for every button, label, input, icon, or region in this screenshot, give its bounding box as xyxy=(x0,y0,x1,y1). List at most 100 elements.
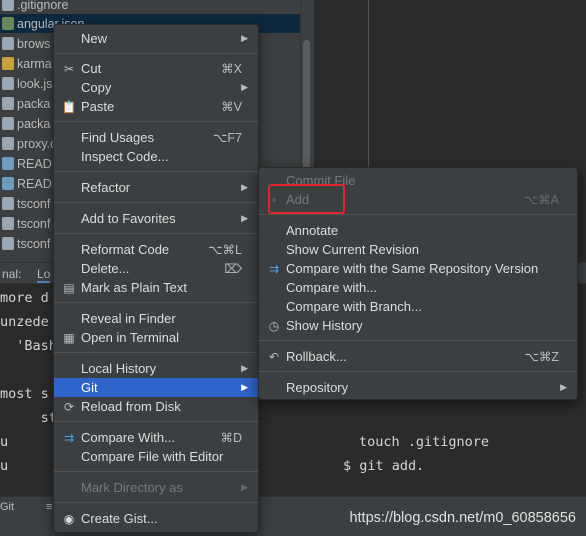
shortcut: ⌘X xyxy=(221,62,242,76)
menu-item-label: Delete... xyxy=(81,261,130,276)
menu-separator xyxy=(54,53,258,54)
text-file-icon: ▤ xyxy=(63,280,75,295)
submenu-arrow-icon: ▶ xyxy=(241,182,248,192)
menu-item-label: Paste xyxy=(81,99,115,114)
menu-item-reveal-in-finder[interactable]: Reveal in Finder xyxy=(54,309,258,328)
menu-item-label: Mark as Plain Text xyxy=(81,280,187,295)
shortcut: ⌥⌘A xyxy=(523,193,559,207)
reload-icon: ⟳ xyxy=(63,399,75,414)
compare-arrows-icon: ⇉ xyxy=(63,430,75,445)
submenu-arrow-icon: ▶ xyxy=(241,213,248,223)
menu-item-reformat-code[interactable]: Reformat Code ⌥⌘L xyxy=(54,240,258,259)
menu-item-cut[interactable]: ✂ Cut ⌘X xyxy=(54,59,258,78)
submenu-arrow-icon: ▶ xyxy=(241,363,248,373)
menu-item-reload-from-disk[interactable]: ⟳ Reload from Disk xyxy=(54,397,258,416)
menu-item-label: New xyxy=(81,31,108,46)
menu-item-label: Show History xyxy=(286,318,363,333)
menu-item-compare-with[interactable]: ⇉ Compare With... ⌘D xyxy=(54,428,258,447)
menu-item-new[interactable]: New ▶ xyxy=(54,29,258,48)
menu-item-compare-with-branch[interactable]: Compare with Branch... xyxy=(259,297,577,316)
menu-item-open-in-terminal[interactable]: ▦ Open in Terminal xyxy=(54,328,258,347)
menu-item-rollback[interactable]: ↶ Rollback... ⌥⌘Z xyxy=(259,347,577,366)
terminal-line: more d xyxy=(0,290,49,306)
menu-item-label: Add to Favorites xyxy=(81,211,176,226)
shortcut: ⌥⌘L xyxy=(208,243,242,257)
menu-item-annotate[interactable]: Annotate xyxy=(259,221,577,240)
menu-item-copy[interactable]: Copy ▶ xyxy=(54,78,258,97)
menu-item-label: Inspect Code... xyxy=(81,149,169,164)
clock-icon: ◷ xyxy=(268,318,280,333)
tree-item-label: tsconf xyxy=(17,236,51,251)
terminal-icon: ▦ xyxy=(63,330,75,345)
tree-item-label: karma xyxy=(17,56,52,71)
status-git[interactable]: Git xyxy=(0,501,14,513)
menu-item-create-gist[interactable]: ◉ Create Gist... xyxy=(54,509,258,528)
menu-item-label: Create Gist... xyxy=(81,511,158,526)
menu-item-add-to-favorites[interactable]: Add to Favorites ▶ xyxy=(54,209,258,228)
menu-item-label: Reload from Disk xyxy=(81,399,181,414)
menu-item-inspect-code[interactable]: Inspect Code... xyxy=(54,147,258,166)
file-icon xyxy=(2,237,14,250)
shortcut: ⌘V xyxy=(221,100,242,114)
menu-item-label: Compare With... xyxy=(81,430,175,445)
menu-separator xyxy=(54,421,258,422)
compare-arrows-icon: ⇉ xyxy=(268,261,280,276)
annotation-highlight-box xyxy=(268,184,345,214)
tree-item-label: packa xyxy=(17,96,51,111)
undo-icon: ↶ xyxy=(268,349,280,364)
menu-item-git[interactable]: Git ▶ xyxy=(54,378,258,397)
menu-separator xyxy=(54,502,258,503)
menu-item-label: Local History xyxy=(81,361,157,376)
terminal-line: u xyxy=(0,434,57,450)
menu-separator xyxy=(54,352,258,353)
menu-separator xyxy=(54,302,258,303)
status-item[interactable]: ≡ xyxy=(46,501,52,513)
tree-item-label: .gitignore xyxy=(17,0,69,12)
tree-item-label: look.js xyxy=(17,76,53,91)
menu-item-label: Show Current Revision xyxy=(286,242,419,257)
file-icon xyxy=(2,217,14,230)
file-icon xyxy=(2,117,14,130)
context-menu: New ▶ ✂ Cut ⌘X Copy ▶ 📋 Paste ⌘V Find Usages ⌥F… xyxy=(53,24,259,533)
menu-separator xyxy=(259,214,577,215)
menu-item-label: Compare File with Editor xyxy=(81,449,224,464)
menu-item-label: Reveal in Finder xyxy=(81,311,176,326)
menu-separator xyxy=(54,171,258,172)
tree-item-label: proxy.c xyxy=(17,136,57,151)
menu-item-compare-with[interactable]: Compare with... xyxy=(259,278,577,297)
menu-item-label: Find Usages xyxy=(81,130,154,145)
submenu-arrow-icon: ▶ xyxy=(241,82,248,92)
terminal-command: touch .gitignore xyxy=(359,434,490,450)
terminal-line: st xyxy=(0,410,57,426)
menu-item-mark-directory-as[interactable]: Mark Directory as ▶ xyxy=(54,478,258,497)
menu-item-label: Mark Directory as xyxy=(81,480,183,495)
json-file-icon xyxy=(2,17,14,30)
menu-item-compare-same-repo[interactable]: ⇉ Compare with the Same Repository Versio… xyxy=(259,259,577,278)
menu-item-paste[interactable]: 📋 Paste ⌘V xyxy=(54,97,258,116)
menu-item-label: Git xyxy=(81,380,98,395)
menu-item-label: Open in Terminal xyxy=(81,330,180,345)
tree-item[interactable]: .gitignore xyxy=(0,0,300,14)
file-icon xyxy=(2,37,14,50)
file-icon xyxy=(2,197,14,210)
menu-item-show-history[interactable]: ◷ Show History xyxy=(259,316,577,335)
menu-item-mark-plain-text[interactable]: ▤ Mark as Plain Text xyxy=(54,278,258,297)
terminal-line: most s xyxy=(0,386,49,402)
menu-item-local-history[interactable]: Local History ▶ xyxy=(54,359,258,378)
menu-item-label: Compare with Branch... xyxy=(286,299,422,314)
menu-item-repository[interactable]: Repository ▶ xyxy=(259,378,577,397)
menu-item-find-usages[interactable]: Find Usages ⌥F7 xyxy=(54,128,258,147)
scissors-icon: ✂ xyxy=(63,61,75,76)
menu-item-label: Refactor xyxy=(81,180,131,195)
menu-item-show-current-revision[interactable]: Show Current Revision xyxy=(259,240,577,259)
menu-item-compare-file-with-editor[interactable]: Compare File with Editor xyxy=(54,447,258,466)
menu-item-label: Reformat Code xyxy=(81,242,170,257)
menu-item-delete[interactable]: Delete... ⌦ xyxy=(54,259,258,278)
github-icon: ◉ xyxy=(63,511,75,526)
submenu-arrow-icon: ▶ xyxy=(241,33,248,43)
menu-item-refactor[interactable]: Refactor ▶ xyxy=(54,178,258,197)
tree-item-label: tsconf xyxy=(17,196,51,211)
menu-item-label: Cut xyxy=(81,61,102,76)
md-file-icon xyxy=(2,177,14,190)
tab-local[interactable]: Lo xyxy=(37,267,51,283)
